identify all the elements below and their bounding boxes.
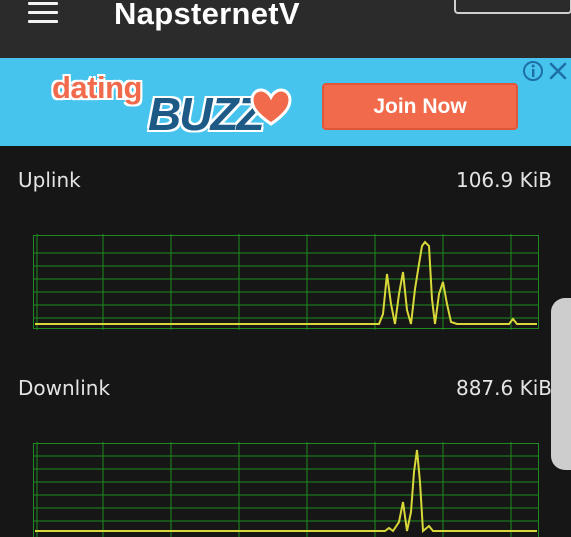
uplink-signal-line [35, 240, 537, 325]
menu-icon[interactable] [26, 2, 62, 26]
app-title: NapsternetV [114, 0, 300, 31]
ad-banner[interactable]: dating BUZZ Join Now [0, 58, 571, 146]
downlink-signal-line [35, 449, 537, 534]
toolbar-action-button[interactable] [454, 0, 571, 14]
ad-logo-dating: dating [52, 70, 143, 105]
info-icon[interactable] [522, 60, 544, 82]
uplink-value: 106.9 KiB [455, 168, 552, 192]
scroll-handle[interactable] [551, 298, 571, 470]
uplink-label: Uplink [18, 168, 81, 192]
downlink-value: 887.6 KiB [455, 376, 552, 400]
heart-icon [250, 88, 292, 126]
close-icon[interactable] [546, 60, 570, 82]
downlink-graph [33, 442, 539, 537]
join-now-button[interactable]: Join Now [322, 83, 518, 130]
uplink-graph [33, 234, 539, 330]
app-bar: NapsternetV [0, 0, 571, 58]
ad-logo-buzz: BUZZ [148, 88, 265, 140]
downlink-label: Downlink [18, 376, 111, 400]
